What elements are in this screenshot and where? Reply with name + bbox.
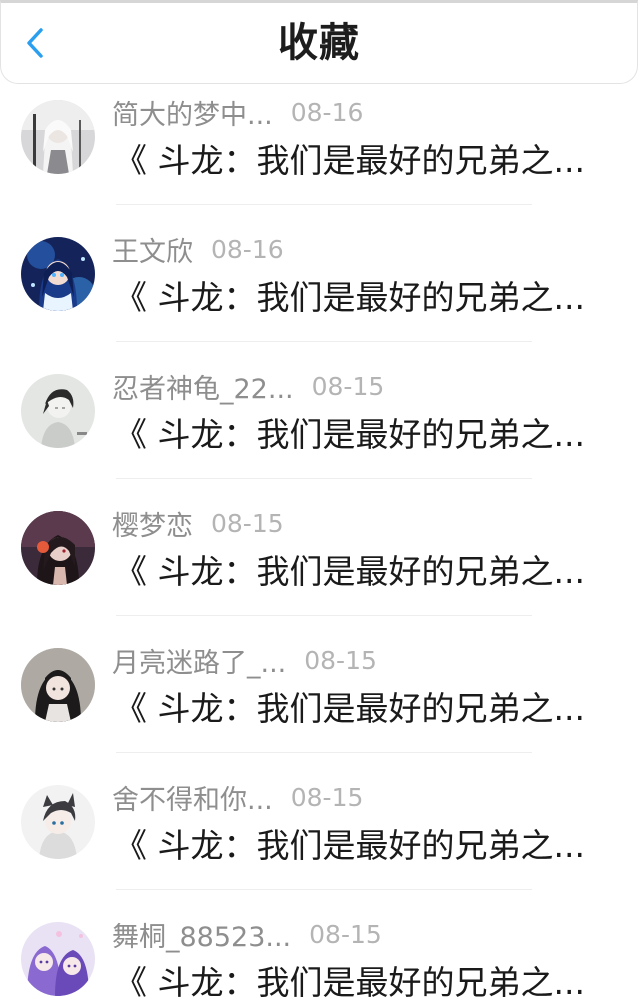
date: 08-15 (304, 645, 377, 675)
avatar[interactable] (21, 374, 95, 448)
avatar-image (21, 511, 95, 585)
date: 08-15 (309, 919, 382, 949)
page-title: 收藏 (278, 20, 360, 66)
item-meta: 月亮迷路了_... 08-15 (112, 641, 377, 680)
username[interactable]: 月亮迷路了_... (112, 641, 286, 680)
date: 08-16 (290, 97, 364, 127)
item-meta: 樱梦恋 08-15 (112, 504, 284, 543)
item-meta: 简大的梦中... 08-16 (112, 93, 364, 132)
username[interactable]: 舞桐_88523... (112, 915, 291, 954)
list-item[interactable]: 舞桐_88523... 08-15 《 斗龙：我们是最好的兄弟之... (0, 906, 640, 1006)
story-title[interactable]: 《 斗龙：我们是最好的兄弟之... (114, 825, 585, 867)
divider (116, 889, 532, 890)
avatar[interactable] (21, 100, 95, 174)
list-item[interactable]: 忍者神龟_22... 08-15 《 斗龙：我们是最好的兄弟之... (0, 358, 640, 495)
username[interactable]: 王文欣 (112, 230, 193, 269)
avatar-image (21, 648, 95, 722)
avatar-image (21, 237, 95, 311)
list-item[interactable]: 舍不得和你... 08-15 《 斗龙：我们是最好的兄弟之... (0, 769, 640, 906)
avatar[interactable] (21, 511, 95, 585)
date: 08-15 (290, 782, 364, 812)
item-meta: 王文欣 08-16 (112, 230, 284, 269)
avatar[interactable] (21, 785, 95, 859)
username[interactable]: 舍不得和你... (112, 778, 273, 817)
favorites-list: 简大的梦中... 08-16 《 斗龙：我们是最好的兄弟之... 王文欣 08-… (0, 84, 640, 1006)
avatar[interactable] (21, 237, 95, 311)
date: 08-15 (311, 371, 385, 401)
story-title[interactable]: 《 斗龙：我们是最好的兄弟之... (114, 414, 585, 456)
divider (116, 478, 532, 479)
avatar-image (21, 785, 95, 859)
date: 08-15 (211, 508, 284, 538)
divider (116, 204, 532, 205)
story-title[interactable]: 《 斗龙：我们是最好的兄弟之... (114, 962, 585, 1004)
list-item[interactable]: 王文欣 08-16 《 斗龙：我们是最好的兄弟之... (0, 221, 640, 358)
divider (116, 341, 532, 342)
username[interactable]: 忍者神龟_22... (112, 367, 294, 406)
divider (116, 615, 532, 616)
story-title[interactable]: 《 斗龙：我们是最好的兄弟之... (114, 551, 585, 593)
story-title[interactable]: 《 斗龙：我们是最好的兄弟之... (114, 277, 585, 319)
item-meta: 忍者神龟_22... 08-15 (112, 367, 385, 406)
username[interactable]: 樱梦恋 (112, 504, 193, 543)
list-item[interactable]: 月亮迷路了_... 08-15 《 斗龙：我们是最好的兄弟之... (0, 632, 640, 769)
avatar-image (21, 100, 95, 174)
avatar[interactable] (21, 648, 95, 722)
date: 08-16 (211, 234, 284, 264)
list-item[interactable]: 简大的梦中... 08-16 《 斗龙：我们是最好的兄弟之... (0, 84, 640, 221)
avatar-image (21, 374, 95, 448)
favorites-screen: 收藏 简大的梦中... 08-16 《 斗龙：我们是最好的兄弟之... 王文欣 … (0, 0, 640, 1006)
avatar[interactable] (21, 922, 95, 996)
list-item[interactable]: 樱梦恋 08-15 《 斗龙：我们是最好的兄弟之... (0, 495, 640, 632)
item-meta: 舞桐_88523... 08-15 (112, 915, 382, 954)
username[interactable]: 简大的梦中... (112, 93, 273, 132)
story-title[interactable]: 《 斗龙：我们是最好的兄弟之... (114, 140, 585, 182)
avatar-image (21, 922, 95, 996)
item-meta: 舍不得和你... 08-15 (112, 778, 364, 817)
navigation-bar: 收藏 (0, 0, 638, 84)
story-title[interactable]: 《 斗龙：我们是最好的兄弟之... (114, 688, 585, 730)
divider (116, 752, 532, 753)
